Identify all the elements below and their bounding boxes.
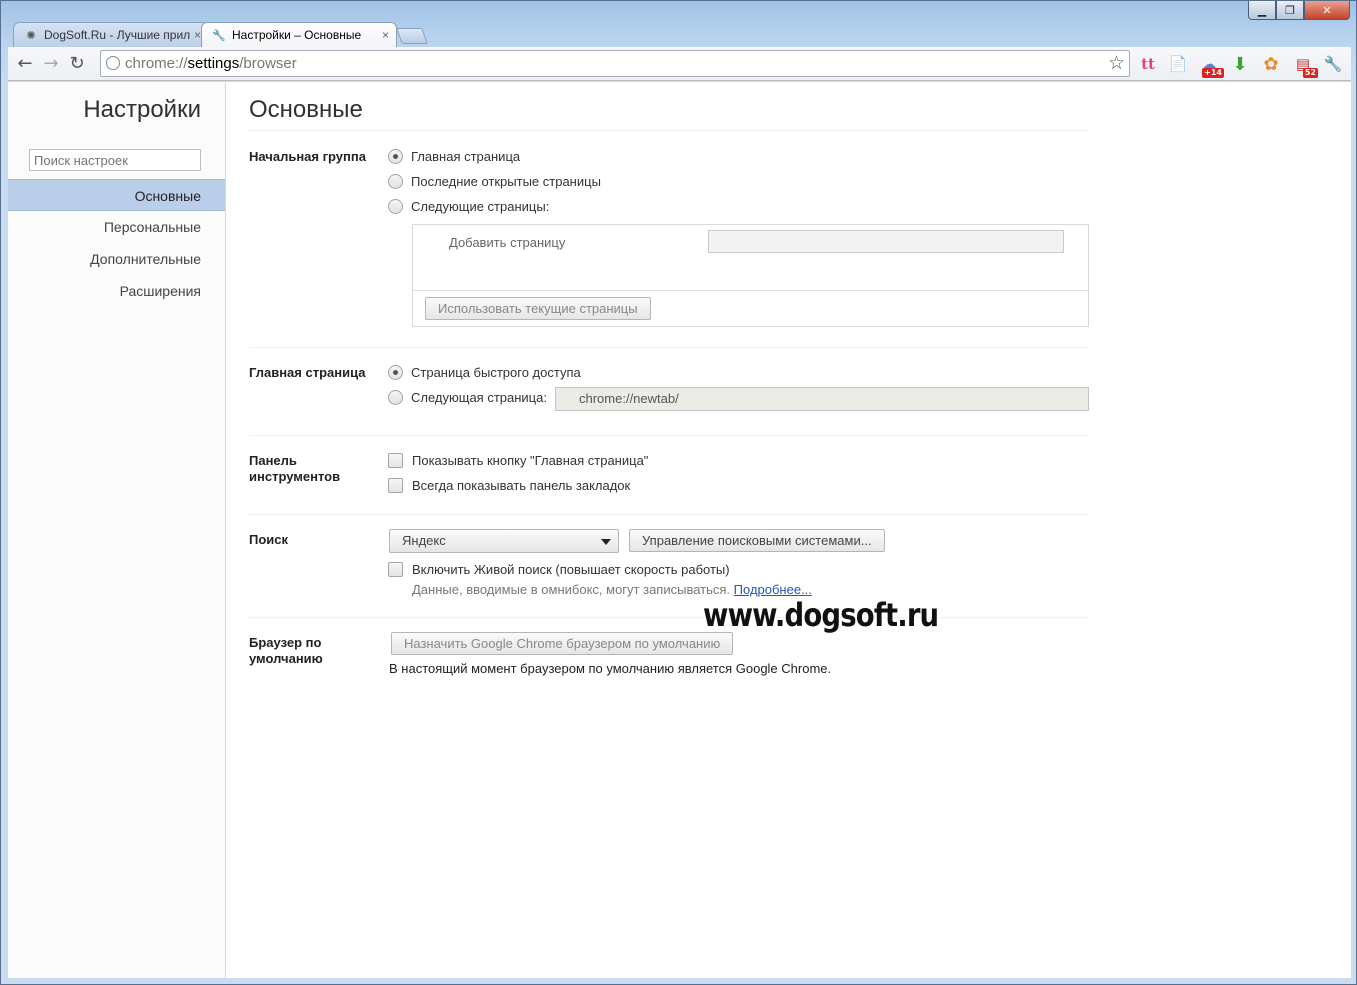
instant-note: Данные, вводимые в омнибокс, могут запис… (412, 582, 812, 597)
checkbox-label: Показывать кнопку "Главная страница" (412, 453, 649, 468)
instant-search-checkbox[interactable]: Включить Живой поиск (повышает скорость … (388, 562, 730, 577)
sidebar-item-advanced[interactable]: Дополнительные (8, 243, 225, 275)
weather-badge: +14 (1202, 68, 1224, 78)
divider (249, 347, 1089, 348)
startup-option-specific-pages[interactable]: Следующие страницы: (388, 199, 549, 214)
add-page-label: Добавить страницу (449, 235, 566, 250)
search-section-title: Поиск (249, 532, 289, 547)
manage-search-engines-button[interactable]: Управление поисковыми системами... (629, 529, 885, 552)
caption-buttons: ▁ ❐ ✕ (1248, 1, 1350, 20)
bookmark-star-icon[interactable]: ☆ (1108, 52, 1125, 75)
radio-button[interactable] (388, 390, 403, 405)
divider (249, 617, 1089, 618)
url-host: settings (187, 55, 240, 72)
mail-badge: 52 (1302, 68, 1318, 78)
option-label: Страница быстрого доступа (411, 365, 581, 380)
checkbox-label: Включить Живой поиск (повышает скорость … (412, 562, 730, 577)
checkbox[interactable] (388, 453, 403, 468)
page-icon[interactable]: 📄 (1166, 52, 1190, 76)
omnibox[interactable]: chrome:// settings /browser ☆ (100, 50, 1130, 77)
dropdown-arrow-icon (601, 539, 611, 545)
show-bookmarks-bar-checkbox[interactable]: Всегда показывать панель закладок (388, 478, 630, 493)
tab-dogsoft[interactable]: ✺ DogSoft.Ru - Лучшие прил × (13, 22, 209, 47)
back-button[interactable]: ← (12, 51, 38, 77)
tab-strip: ✺ DogSoft.Ru - Лучшие прил × 🔧 Настройки… (13, 21, 428, 47)
dogsoft-favicon-icon: ✺ (26, 30, 36, 42)
close-tab-icon[interactable]: × (194, 28, 201, 42)
close-window-button[interactable]: ✕ (1304, 1, 1350, 20)
reload-button[interactable]: ↻ (64, 51, 90, 77)
tab-settings[interactable]: 🔧 Настройки – Основные × (201, 22, 397, 47)
radio-button[interactable] (388, 149, 403, 164)
note-text: Данные, вводимые в омнибокс, могут запис… (412, 582, 731, 597)
mail-icon[interactable]: ▤ 52 (1291, 52, 1318, 78)
sidebar-nav: Основные Персональные Дополнительные Рас… (8, 179, 225, 307)
browser-toolbar: ← → ↻ chrome:// settings /browser ☆ tt 📄… (8, 47, 1351, 81)
paw-icon[interactable]: ✿ (1259, 52, 1283, 76)
divider (249, 130, 1089, 131)
settings-search-input[interactable] (29, 149, 201, 171)
tab-label: DogSoft.Ru - Лучшие прил (44, 28, 191, 42)
maximize-button[interactable]: ❐ (1276, 1, 1304, 20)
globe-icon (106, 56, 120, 70)
homepage-section-title: Главная страница (249, 365, 366, 380)
new-tab-button[interactable] (396, 28, 428, 44)
page-title: Основные (249, 96, 363, 123)
homepage-option-url[interactable]: Следующая страница: (388, 390, 547, 405)
option-label: Следующая страница: (411, 390, 547, 405)
radio-button[interactable] (388, 365, 403, 380)
forward-button[interactable]: → (38, 51, 64, 77)
checkbox-label: Всегда показывать панель закладок (412, 478, 631, 493)
sidebar-item-extensions[interactable]: Расширения (8, 275, 225, 307)
default-browser-section-title: Браузер по умолчанию (249, 635, 323, 666)
show-home-button-checkbox[interactable]: Показывать кнопку "Главная страница" (388, 453, 648, 468)
option-label: Следующие страницы: (411, 199, 550, 214)
toolbar-section-title: Панель инструментов (249, 453, 341, 484)
startup-option-homepage[interactable]: Главная страница (388, 149, 520, 164)
homepage-option-newtab[interactable]: Страница быстрого доступа (388, 365, 581, 380)
option-label: Последние открытые страницы (411, 174, 601, 189)
divider (249, 435, 1089, 436)
wrench-icon: 🔧 (212, 30, 226, 42)
use-current-pages-button[interactable]: Использовать текущие страницы (425, 297, 651, 320)
sidebar-item-basics[interactable]: Основные (8, 179, 225, 211)
close-tab-icon[interactable]: × (382, 28, 389, 42)
radio-button[interactable] (388, 174, 403, 189)
divider (249, 514, 1089, 515)
wrench-menu-icon[interactable]: 🔧 (1321, 52, 1345, 76)
search-engine-select[interactable]: Яндекс (389, 529, 619, 553)
startup-option-last-pages[interactable]: Последние открытые страницы (388, 174, 601, 189)
watermark: www.dogsoft.ru (703, 596, 939, 634)
tt-icon[interactable]: tt (1136, 52, 1160, 76)
tab-label: Настройки – Основные (232, 28, 362, 42)
homepage-url-field[interactable]: chrome://newtab/ (555, 387, 1089, 411)
divider (413, 290, 1088, 291)
page-content: Настройки Основные Персональные Дополнит… (8, 82, 1351, 978)
add-page-input[interactable] (708, 230, 1064, 253)
sidebar-item-personal[interactable]: Персональные (8, 211, 225, 243)
sidebar-title: Настройки (83, 96, 201, 123)
checkbox[interactable] (388, 562, 403, 577)
weather-icon[interactable]: ☁ +14 (1197, 52, 1224, 78)
radio-button[interactable] (388, 199, 403, 214)
url-path: /browser (239, 55, 297, 72)
learn-more-link[interactable]: Подробнее... (734, 582, 812, 597)
browser-window: ▁ ❐ ✕ ✺ DogSoft.Ru - Лучшие прил × 🔧 Нас… (0, 0, 1357, 985)
url-scheme: chrome:// (125, 55, 188, 72)
download-icon[interactable]: ⬇ (1228, 52, 1252, 76)
startup-section-title: Начальная группа (249, 149, 366, 164)
checkbox[interactable] (388, 478, 403, 493)
minimize-button[interactable]: ▁ (1248, 1, 1276, 20)
settings-sidebar: Настройки Основные Персональные Дополнит… (8, 82, 226, 978)
selected-engine: Яндекс (402, 533, 446, 548)
make-default-browser-button[interactable]: Назначить Google Chrome браузером по умо… (391, 632, 734, 655)
default-browser-status: В настоящий момент браузером по умолчани… (389, 661, 832, 676)
option-label: Главная страница (411, 149, 521, 164)
